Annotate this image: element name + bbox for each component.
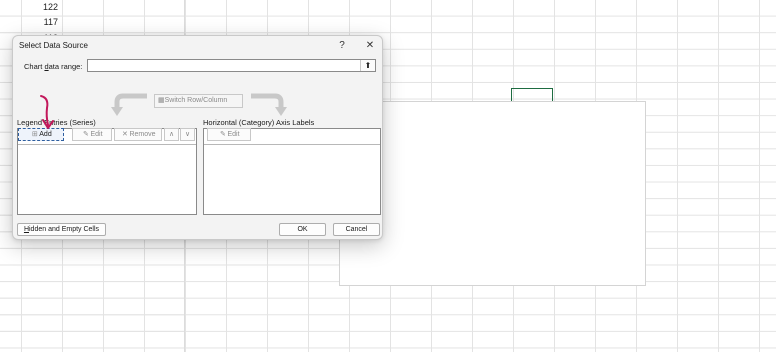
hidden-empty-cells-button[interactable]: Hidden and Empty Cells: [17, 223, 106, 236]
axis-labels-label: Horizontal (Category) Axis Labels: [203, 118, 315, 127]
axis-labels-list-body[interactable]: [204, 144, 380, 214]
help-icon[interactable]: ?: [333, 38, 351, 54]
right-arrow-icon: [251, 93, 287, 116]
select-data-source-dialog: Select Data Source ? ✕ Chart data range:…: [12, 35, 383, 240]
edit-axis-label: Edit: [227, 131, 240, 138]
switch-label: Switch Row/Column: [164, 97, 228, 104]
remove-series-button[interactable]: ✕ Remove: [114, 128, 162, 141]
edit-label: Edit: [90, 131, 103, 138]
left-arrow-icon: [111, 93, 147, 116]
annotation-arrow: [40, 95, 54, 129]
switch-row-column-button[interactable]: ▦Switch Row/Column: [154, 94, 243, 108]
move-down-icon[interactable]: ∨: [180, 128, 195, 141]
chart-area[interactable]: [339, 101, 646, 286]
chart-range-input[interactable]: [87, 59, 376, 72]
add-label: Add: [39, 131, 52, 138]
chart-range-label: Chart data range:: [24, 62, 83, 71]
move-up-icon[interactable]: ∧: [164, 128, 179, 141]
remove-label: Remove: [129, 131, 156, 138]
axis-labels-list[interactable]: [203, 128, 381, 215]
cell-value[interactable]: 117: [0, 14, 58, 30]
edit-axis-labels-button[interactable]: ✎ Edit: [207, 128, 251, 141]
legend-entries-list-body[interactable]: [18, 144, 196, 214]
cancel-button[interactable]: Cancel: [333, 223, 380, 236]
cell-value[interactable]: 122: [0, 0, 58, 15]
switch-icon: ▦: [158, 97, 165, 104]
legend-entries-label: Legend Entries (Series): [17, 118, 96, 127]
edit-series-button[interactable]: ✎ Edit: [72, 128, 112, 141]
collapse-range-icon[interactable]: ⬆: [360, 60, 375, 71]
legend-entries-list[interactable]: [17, 128, 197, 215]
dialog-title: Select Data Source: [19, 41, 88, 50]
close-icon[interactable]: ✕: [361, 38, 379, 54]
ok-button[interactable]: OK: [279, 223, 326, 236]
